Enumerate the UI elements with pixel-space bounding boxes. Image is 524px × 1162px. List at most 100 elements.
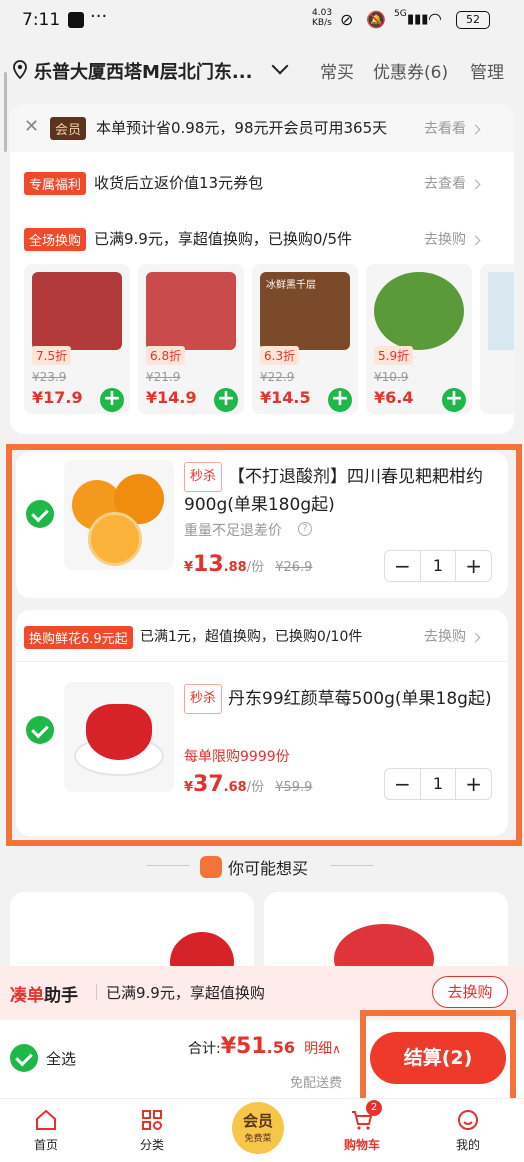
exchange-products: 7.5折 ¥23.9 ¥17.9 + 6.8折 ¥21.9 ¥14.9 + 冰鲜… (24, 264, 514, 419)
chevron-up-icon[interactable]: ∧ (332, 1042, 341, 1056)
product-image: 冰鲜黑千层 (260, 272, 350, 350)
member-action-label: 去看看 (424, 121, 466, 137)
divider (330, 865, 374, 866)
add-icon[interactable]: + (442, 388, 466, 412)
welfare-row[interactable]: 专属福利 收货后立返价值13元券包 去查看 (10, 162, 514, 202)
free-delivery-text: 免配送费 (290, 1076, 343, 1091)
welfare-action[interactable]: 去查看 (424, 173, 481, 193)
exchange-product-card[interactable]: 6.8折 ¥21.9 ¥14.9 + (138, 264, 244, 414)
product-image-label: 冰鲜黑千层 (266, 280, 316, 291)
nav-home[interactable]: 首页 (16, 1108, 76, 1153)
item-title-block[interactable]: 秒杀 丹东99红颜草莓500g(单果18g起) (184, 684, 502, 714)
price-integer: 13 (193, 552, 224, 577)
quantity-stepper[interactable]: − 1 + (384, 550, 492, 582)
divider (146, 865, 190, 866)
detail-link[interactable]: 明细 (304, 1041, 332, 1057)
item-title: 【不打退酸剂】四川春见耙耙柑约900g(单果180g起) (184, 467, 484, 515)
status-bar: 7:11 ··· 4.03 KB/s ⊘ 🔕 5G ▮▮▮ ◠ 52 (0, 0, 524, 40)
cart-icon: 2 (350, 1100, 382, 1132)
exchange-action[interactable]: 去换购 (424, 229, 481, 249)
product-image[interactable] (64, 460, 174, 570)
add-icon[interactable]: + (100, 388, 124, 412)
decrement-button[interactable]: − (385, 551, 420, 581)
exchange-tag: 全场换购 (24, 228, 87, 251)
select-all-label[interactable]: 全选 (46, 1048, 76, 1069)
mute-icon: 🔕 (366, 10, 386, 29)
chevron-right-icon (470, 235, 481, 245)
decrement-button[interactable]: − (385, 769, 420, 799)
price-decimal: .88 (223, 560, 247, 575)
item-checkbox[interactable] (26, 716, 54, 744)
checkout-button[interactable]: 结算(2) (370, 1032, 506, 1084)
nav-cart[interactable]: 2 购物车 (332, 1100, 392, 1153)
item-title-block[interactable]: 秒杀 【不打退酸剂】四川春见耙耙柑约900g(单果180g起) (184, 462, 502, 518)
flower-exchange-row[interactable]: 换购鲜花6.9元起 已满1元，超值换购，已换购0/10件 去换购 (16, 610, 508, 662)
helper-exchange-button[interactable]: 去换购 (432, 976, 508, 1008)
nav-member-label: 会员 (242, 1112, 273, 1130)
exchange-product-card[interactable]: 7.5折 ¥23.9 ¥17.9 + (24, 264, 130, 414)
tiktok-icon (68, 12, 84, 28)
quantity-value[interactable]: 1 (419, 769, 457, 799)
close-icon[interactable]: ✕ (24, 116, 39, 137)
manage-link[interactable]: 管理 (470, 58, 504, 83)
item-note: 每单限购9999份 (184, 749, 290, 765)
item-price: ¥13.88/份 ¥26.9 (184, 552, 313, 577)
help-icon[interactable]: ? (298, 522, 312, 536)
exchange-product-card[interactable]: 5.9折 ¥10.9 ¥6.4 + (366, 264, 472, 414)
exchange-action-label: 去换购 (424, 232, 466, 248)
select-all-checkbox[interactable] (10, 1044, 38, 1072)
original-price: ¥21.9 (146, 370, 181, 384)
flower-action[interactable]: 去换购 (424, 626, 481, 646)
price-unit: /份 (246, 560, 265, 575)
item-price: ¥37.68/份 ¥59.9 (184, 772, 313, 797)
member-text: 本单预计省0.98元，98元开会员可用365天 (96, 119, 388, 137)
original-price: ¥23.9 (32, 370, 67, 384)
orange-half-image (88, 512, 142, 566)
item-checkbox[interactable] (26, 500, 54, 528)
exchange-price: ¥14.5 (260, 388, 311, 407)
bag-icon (200, 856, 222, 878)
discount-badge: 6.8折 (146, 346, 186, 365)
helper-text: 已满9.9元，享超值换购 (106, 984, 265, 1002)
status-time: 7:11 (22, 10, 61, 30)
product-image[interactable] (64, 682, 174, 792)
exchange-product-card-partial[interactable] (480, 264, 514, 414)
signal-icon: ▮▮▮ (407, 12, 429, 27)
product-image (488, 272, 514, 350)
nav-mine[interactable]: 我的 (438, 1108, 498, 1153)
frequent-buy-link[interactable]: 常买 (320, 58, 354, 83)
nav-category[interactable]: 分类 (122, 1108, 182, 1153)
chevron-right-icon (470, 124, 481, 134)
increment-button[interactable]: + (456, 769, 491, 799)
nav-member[interactable]: 会员 免费菜 (232, 1102, 284, 1154)
scrollbar[interactable] (4, 72, 7, 152)
chevron-down-icon[interactable] (271, 57, 289, 75)
divider (96, 984, 97, 1000)
original-price: ¥10.9 (374, 370, 409, 384)
discount-badge: 7.5折 (32, 346, 72, 365)
member-tag: 会员 (50, 117, 87, 140)
total-price: 合计:¥51.56 明细∧ (188, 1034, 341, 1059)
quantity-stepper[interactable]: − 1 + (384, 768, 492, 800)
add-icon[interactable]: + (214, 388, 238, 412)
original-price: ¥26.9 (275, 560, 313, 575)
increment-button[interactable]: + (456, 551, 491, 581)
cart-badge: 2 (366, 1100, 382, 1116)
chevron-right-icon (470, 179, 481, 189)
recommend-title: 你可能想买 (228, 859, 309, 878)
member-row: ✕ 会员 本单预计省0.98元，98元开会员可用365天 去看看 (10, 104, 514, 152)
discount-badge: 5.9折 (374, 346, 414, 365)
add-icon[interactable]: + (328, 388, 352, 412)
total-decimal: .56 (266, 1038, 295, 1057)
exchange-price: ¥17.9 (32, 388, 83, 407)
coupons-link[interactable]: 优惠券(6) (373, 58, 448, 83)
quantity-value[interactable]: 1 (419, 551, 457, 581)
member-action[interactable]: 去看看 (424, 118, 481, 138)
exchange-product-card[interactable]: 冰鲜黑千层 6.3折 ¥22.9 ¥14.5 + (252, 264, 358, 414)
address-text[interactable]: 乐普大厦西塔M层北门东... (34, 58, 252, 84)
nav-category-label: 分类 (139, 1138, 164, 1152)
exchange-row[interactable]: 全场换购 已满9.9元，享超值换购，已换购0/5件 去换购 (10, 218, 514, 258)
seckill-tag: 秒杀 (184, 462, 223, 492)
network-type: 5G (394, 9, 407, 19)
checkout-bar: 全选 合计:¥51.56 明细∧ 免配送费 结算(2) (0, 1010, 524, 1106)
